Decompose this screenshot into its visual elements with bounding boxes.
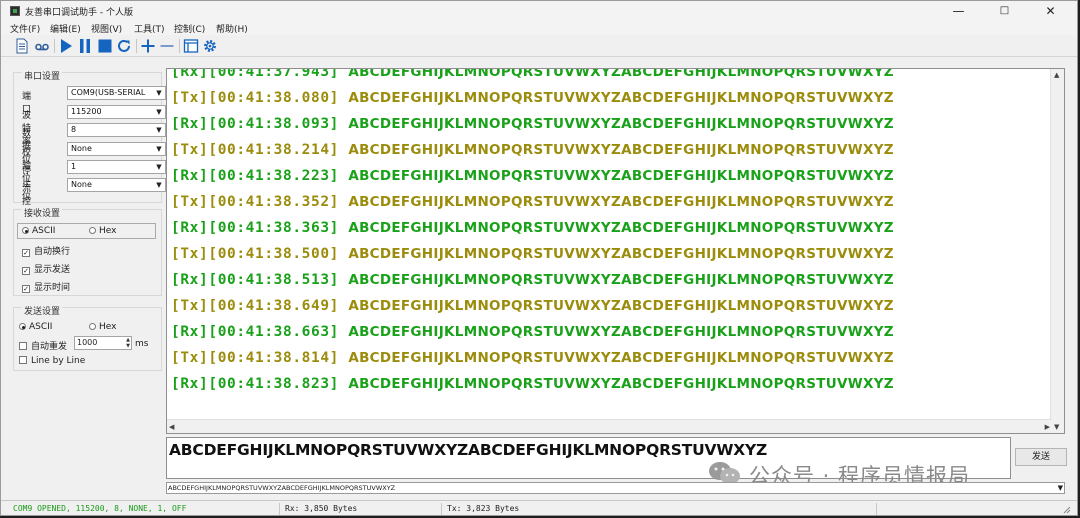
menu-control[interactable]: 控制(C) <box>174 22 205 35</box>
status-separator <box>876 503 877 515</box>
minimize-button[interactable]: — <box>936 1 981 21</box>
log-line: [Rx][00:41:38.223] ABCDEFGHIJKLMNOPQRSTU… <box>171 168 894 184</box>
parity-select[interactable]: None ▼ <box>67 142 166 156</box>
log-line: [Tx][00:41:38.500] ABCDEFGHIJKLMNOPQRSTU… <box>171 246 894 262</box>
tx-count: Tx: 3,823 Bytes <box>447 504 520 513</box>
new-document-icon[interactable] <box>14 38 30 54</box>
checkmark-icon: ✓ <box>22 249 30 257</box>
unchecked-box-icon <box>19 356 27 364</box>
menu-edit[interactable]: 编辑(E) <box>50 22 81 35</box>
status-separator <box>279 503 280 515</box>
menu-file[interactable]: 文件(F) <box>10 22 40 35</box>
scroll-right-icon[interactable]: ▶ <box>1045 423 1050 431</box>
scroll-left-icon[interactable]: ◀ <box>169 423 174 431</box>
toolbar-separator <box>179 39 180 53</box>
receive-text-area[interactable]: [Rx][00:41:37.943] ABCDEFGHIJKLMNOPQRSTU… <box>166 68 1065 434</box>
resend-interval-stepper[interactable]: 1000 ▲ ▼ <box>74 336 132 350</box>
chevron-down-icon: ▼ <box>156 108 162 116</box>
close-button[interactable]: ✕ <box>1028 1 1073 21</box>
radio-unchecked-icon <box>89 227 96 234</box>
log-line: [Tx][00:41:38.214] ABCDEFGHIJKLMNOPQRSTU… <box>171 142 894 158</box>
baud-rate-select[interactable]: 115200 ▼ <box>67 105 166 119</box>
send-hex-radio[interactable]: Hex <box>89 322 116 332</box>
minus-icon[interactable] <box>159 38 175 54</box>
menu-tools[interactable]: 工具(T) <box>134 22 165 35</box>
flow-control-select[interactable]: None ▼ <box>67 178 166 192</box>
checkmark-icon: ✓ <box>22 285 30 293</box>
line-by-line-checkbox[interactable]: Line by Line <box>19 356 85 366</box>
rx-count: Rx: 3,850 Bytes <box>285 504 358 513</box>
menu-help[interactable]: 帮助(H) <box>216 22 248 35</box>
checkmark-icon: ✓ <box>22 267 30 275</box>
port-status: COM9 OPENED, 115200, 8, NONE, 1, OFF <box>13 504 187 513</box>
title-bar: 友善串口调试助手 - 个人版 — □ ✕ <box>1 1 1077 21</box>
vertical-scrollbar[interactable]: ▲ ▼ <box>1050 69 1064 433</box>
receive-settings-group: 接收设置 ASCII Hex ✓ 自动换行 ✓ 显示发送 ✓ 显示时间 <box>13 206 162 296</box>
data-bits-select[interactable]: 8 ▼ <box>67 123 166 137</box>
send-text: ABCDEFGHIJKLMNOPQRSTUVWXYZABCDEFGHIJKLMN… <box>169 441 768 459</box>
log-line: [Rx][00:41:38.823] ABCDEFGHIJKLMNOPQRSTU… <box>171 376 894 392</box>
chevron-down-icon: ▼ <box>156 89 162 97</box>
radio-checked-icon <box>19 323 26 330</box>
radio-checked-icon <box>22 227 29 234</box>
cassette-icon[interactable] <box>34 38 50 54</box>
show-send-checkbox[interactable]: ✓ 显示发送 <box>22 262 70 275</box>
toolbar <box>1 35 1077 57</box>
window-layout-icon[interactable] <box>183 38 199 54</box>
show-time-checkbox[interactable]: ✓ 显示时间 <box>22 280 70 293</box>
stepper-arrows-icon[interactable]: ▲ ▼ <box>126 337 130 349</box>
toolbar-separator <box>54 39 55 53</box>
log-line: [Rx][00:41:37.943] ABCDEFGHIJKLMNOPQRSTU… <box>171 68 894 80</box>
chevron-down-icon: ▼ <box>156 163 162 171</box>
scroll-down-icon[interactable]: ▼ <box>1054 423 1059 431</box>
app-icon <box>10 6 20 16</box>
resize-grip-icon[interactable] <box>1063 506 1071 514</box>
send-ascii-radio[interactable]: ASCII <box>19 322 52 332</box>
chevron-down-icon: ▼ <box>156 126 162 134</box>
horizontal-scrollbar[interactable]: ◀ ▶ <box>167 419 1052 433</box>
stop-icon[interactable] <box>97 38 113 54</box>
plus-icon[interactable] <box>140 38 156 54</box>
maximize-button[interactable]: □ <box>982 1 1027 21</box>
radio-unchecked-icon <box>89 323 96 330</box>
pause-icon[interactable] <box>77 38 93 54</box>
status-bar: COM9 OPENED, 115200, 8, NONE, 1, OFF Rx:… <box>1 500 1077 515</box>
log-line: [Rx][00:41:38.663] ABCDEFGHIJKLMNOPQRSTU… <box>171 324 894 340</box>
auto-resend-checkbox[interactable]: 自动重发 <box>19 339 67 352</box>
play-icon[interactable] <box>58 38 74 54</box>
port-select[interactable]: COM9(USB-SERIAL ▼ <box>67 86 166 100</box>
log-line: [Tx][00:41:38.080] ABCDEFGHIJKLMNOPQRSTU… <box>171 90 894 106</box>
log-line: [Rx][00:41:38.513] ABCDEFGHIJKLMNOPQRSTU… <box>171 272 894 288</box>
scroll-up-icon[interactable]: ▲ <box>1054 71 1059 79</box>
toolbar-separator <box>136 39 137 53</box>
serial-settings-title: 串口设置 <box>22 69 63 82</box>
log-line: [Tx][00:41:38.814] ABCDEFGHIJKLMNOPQRSTU… <box>171 350 894 366</box>
log-line: [Rx][00:41:38.363] ABCDEFGHIJKLMNOPQRSTU… <box>171 220 894 236</box>
unchecked-box-icon <box>19 342 27 350</box>
log-line: [Tx][00:41:38.352] ABCDEFGHIJKLMNOPQRSTU… <box>171 194 894 210</box>
gear-icon[interactable] <box>202 38 218 54</box>
auto-wrap-checkbox[interactable]: ✓ 自动换行 <box>22 244 70 257</box>
chevron-down-icon: ▼ <box>156 145 162 153</box>
send-history-select[interactable]: ABCDEFGHIJKLMNOPQRSTUVWXYZABCDEFGHIJKLMN… <box>166 482 1065 494</box>
menu-view[interactable]: 视图(V) <box>91 22 122 35</box>
app-window: 友善串口调试助手 - 个人版 — □ ✕ 文件(F) 编辑(E) 视图(V) 工… <box>0 0 1078 516</box>
stop-bits-select[interactable]: 1 ▼ <box>67 160 166 174</box>
interval-unit: ms <box>135 339 149 349</box>
log-line: [Rx][00:41:38.093] ABCDEFGHIJKLMNOPQRSTU… <box>171 116 894 132</box>
receive-settings-title: 接收设置 <box>22 206 63 219</box>
send-settings-title: 发送设置 <box>22 304 63 317</box>
log-line: [Tx][00:41:38.649] ABCDEFGHIJKLMNOPQRSTU… <box>171 298 894 314</box>
status-separator <box>441 503 442 515</box>
chevron-down-icon: ▼ <box>156 181 162 189</box>
chevron-down-icon: ▼ <box>1057 484 1063 492</box>
window-title: 友善串口调试助手 - 个人版 <box>25 8 133 18</box>
receive-ascii-radio[interactable]: ASCII <box>22 226 55 236</box>
receive-hex-radio[interactable]: Hex <box>89 226 116 236</box>
menu-bar: 文件(F) 编辑(E) 视图(V) 工具(T) 控制(C) 帮助(H) <box>1 21 1077 35</box>
flow-control-label: 流 控 <box>22 184 41 207</box>
send-settings-group: 发送设置 ASCII Hex 自动重发 1000 ▲ ▼ ms Line by L… <box>13 304 162 371</box>
refresh-icon[interactable] <box>116 38 132 54</box>
